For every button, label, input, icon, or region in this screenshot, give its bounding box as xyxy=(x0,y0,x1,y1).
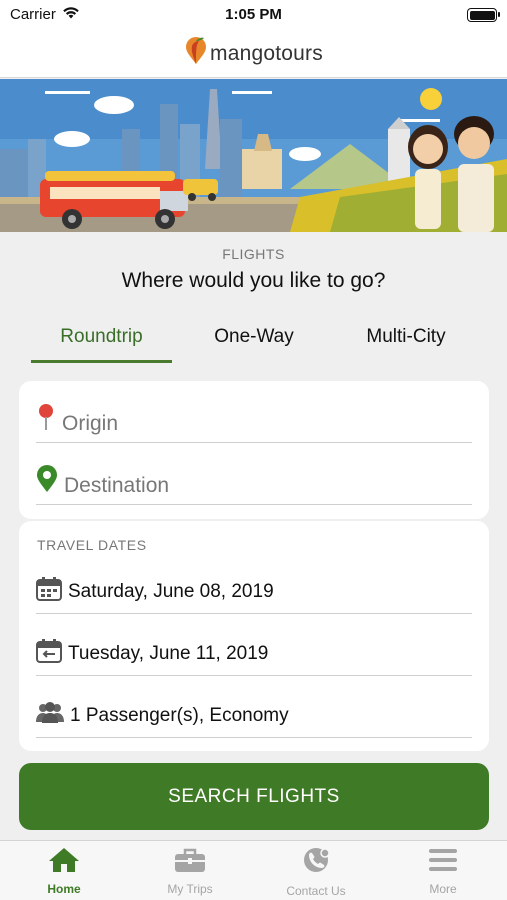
calendar-depart-icon xyxy=(36,577,62,606)
return-date-field[interactable]: Tuesday, June 11, 2019 xyxy=(36,632,472,676)
nav-contact-us-label: Contact Us xyxy=(286,884,346,898)
clock: 1:05 PM xyxy=(225,6,282,23)
bottom-nav: Home My Trips Contact Us More xyxy=(0,840,507,900)
passengers-icon xyxy=(36,702,64,729)
route-card: Origin Destination xyxy=(19,381,489,519)
mango-logo-icon xyxy=(184,37,208,70)
battery-icon xyxy=(467,8,500,22)
destination-field[interactable]: Destination xyxy=(36,453,472,505)
status-bar: Carrier 1:05 PM xyxy=(0,0,507,30)
active-tab-indicator xyxy=(31,360,172,363)
nav-home-label: Home xyxy=(47,882,81,896)
hero-banner-illustration xyxy=(0,79,507,232)
menu-icon xyxy=(427,849,459,877)
nav-home[interactable]: Home xyxy=(14,847,114,896)
home-icon xyxy=(48,848,80,877)
origin-field[interactable]: Origin xyxy=(36,391,472,443)
red-pin-icon xyxy=(36,403,56,436)
nav-my-trips[interactable]: My Trips xyxy=(140,847,240,896)
contact-icon xyxy=(300,848,332,879)
travel-dates-card: TRAVEL DATES Saturday, June 08, 2019 Tue… xyxy=(19,521,489,751)
logo-text: mangotours xyxy=(210,41,323,65)
tab-roundtrip[interactable]: Roundtrip xyxy=(31,326,172,348)
tab-multi-city[interactable]: Multi-City xyxy=(336,326,476,348)
section-label: FLIGHTS xyxy=(222,246,285,262)
briefcase-icon xyxy=(174,848,206,877)
passengers-value: 1 Passenger(s), Economy xyxy=(70,704,289,726)
location-pin-icon xyxy=(36,465,58,498)
brand-logo: mangotours xyxy=(184,37,323,70)
nav-more-label: More xyxy=(429,882,457,896)
nav-my-trips-label: My Trips xyxy=(167,882,213,896)
departure-date-field[interactable]: Saturday, June 08, 2019 xyxy=(36,570,472,614)
trip-type-tabs: Roundtrip One-Way Multi-City xyxy=(0,318,507,364)
nav-contact-us[interactable]: Contact Us xyxy=(266,847,366,898)
calendar-return-icon xyxy=(36,639,62,668)
origin-placeholder: Origin xyxy=(62,412,119,435)
travel-dates-label: TRAVEL DATES xyxy=(37,537,147,553)
app-header: mangotours xyxy=(0,30,507,78)
passengers-field[interactable]: 1 Passenger(s), Economy xyxy=(36,694,472,738)
page-title: Where would you like to go? xyxy=(121,269,386,292)
return-date-value: Tuesday, June 11, 2019 xyxy=(68,642,269,664)
tab-one-way[interactable]: One-Way xyxy=(184,326,324,348)
search-flights-button[interactable]: SEARCH FLIGHTS xyxy=(19,763,489,830)
destination-placeholder: Destination xyxy=(64,474,170,497)
nav-more[interactable]: More xyxy=(393,847,493,896)
departure-date-value: Saturday, June 08, 2019 xyxy=(68,580,274,602)
